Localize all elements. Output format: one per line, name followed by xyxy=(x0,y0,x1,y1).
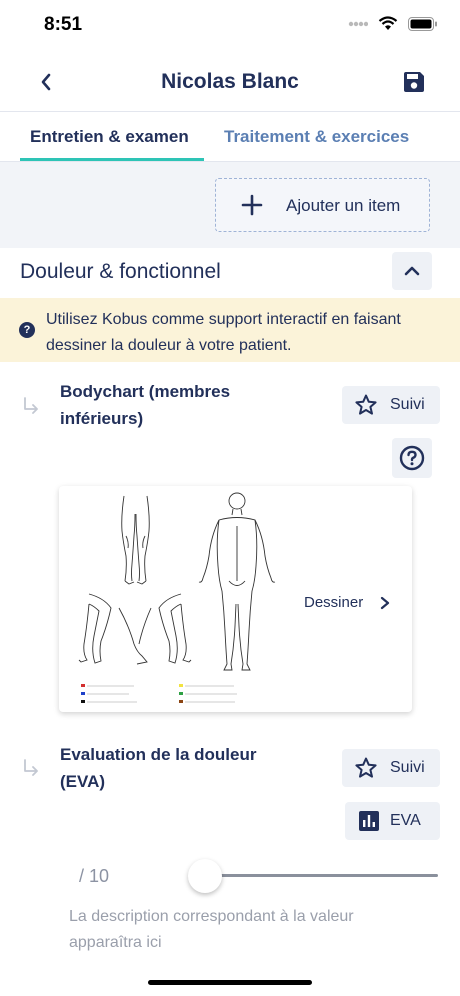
home-indicator xyxy=(148,980,312,985)
collapse-section-button[interactable] xyxy=(392,252,432,290)
eva-slider-thumb[interactable] xyxy=(188,859,222,893)
battery-icon xyxy=(408,16,437,31)
eva-follow-button[interactable]: Suivi xyxy=(342,749,440,787)
tab-entretien-examen[interactable]: Entretien & examen xyxy=(30,127,189,147)
add-item-button[interactable]: Ajouter un item xyxy=(215,178,430,232)
eva-label: EVA xyxy=(390,812,421,829)
star-icon xyxy=(355,394,377,415)
section-header: Douleur & fonctionnel xyxy=(0,248,460,298)
draw-label: Dessiner xyxy=(304,594,364,611)
page-title: Nicolas Blanc xyxy=(161,70,299,93)
section-title: Douleur & fonctionnel xyxy=(20,260,221,283)
tab-traitement-exercices[interactable]: Traitement & exercices xyxy=(224,127,409,147)
sub-item-arrow-icon xyxy=(24,397,38,414)
eva-scale-label: / 10 xyxy=(79,866,110,886)
chevron-up-icon xyxy=(404,266,420,276)
save-button[interactable] xyxy=(398,66,430,98)
wifi-icon xyxy=(378,16,398,30)
help-button[interactable] xyxy=(392,438,432,478)
bodychart-follow-button[interactable]: Suivi xyxy=(342,386,440,424)
status-time: 8:51 xyxy=(44,14,83,35)
help-icon xyxy=(399,445,425,471)
chevron-right-icon xyxy=(380,596,390,610)
star-icon xyxy=(355,757,377,778)
tab-bar: Entretien & examen Traitement & exercice… xyxy=(0,112,460,162)
bodychart-card[interactable]: Dessiner xyxy=(59,486,412,712)
bodychart-image xyxy=(78,492,276,703)
save-icon xyxy=(404,72,424,92)
active-tab-indicator xyxy=(20,158,204,161)
info-text: Utilisez Kobus comme support interactif … xyxy=(46,311,401,354)
eva-history-button[interactable]: EVA xyxy=(345,802,440,840)
follow-label: Suivi xyxy=(390,759,425,776)
eva-title: Evaluation de la douleur (EVA) xyxy=(60,745,257,791)
info-icon: ? xyxy=(19,322,35,338)
status-icons xyxy=(348,16,438,31)
info-banner: ? Utilisez Kobus comme support interacti… xyxy=(0,298,460,362)
add-item-label: Ajouter un item xyxy=(286,196,401,215)
sub-item-arrow-icon xyxy=(24,759,38,776)
plus-icon xyxy=(241,194,263,216)
eva-slider-track[interactable] xyxy=(205,874,438,877)
status-bar: 8:51 xyxy=(0,0,460,52)
follow-label: Suivi xyxy=(390,396,425,413)
nav-bar: Nicolas Blanc xyxy=(0,52,460,112)
bar-chart-icon xyxy=(359,811,379,831)
bodychart-title: Bodychart (membres inférieurs) xyxy=(60,382,231,428)
signal-icon xyxy=(348,21,368,26)
toolbar-area: Ajouter un item xyxy=(0,162,460,248)
eva-description: La description correspondant à la valeur… xyxy=(69,908,354,951)
